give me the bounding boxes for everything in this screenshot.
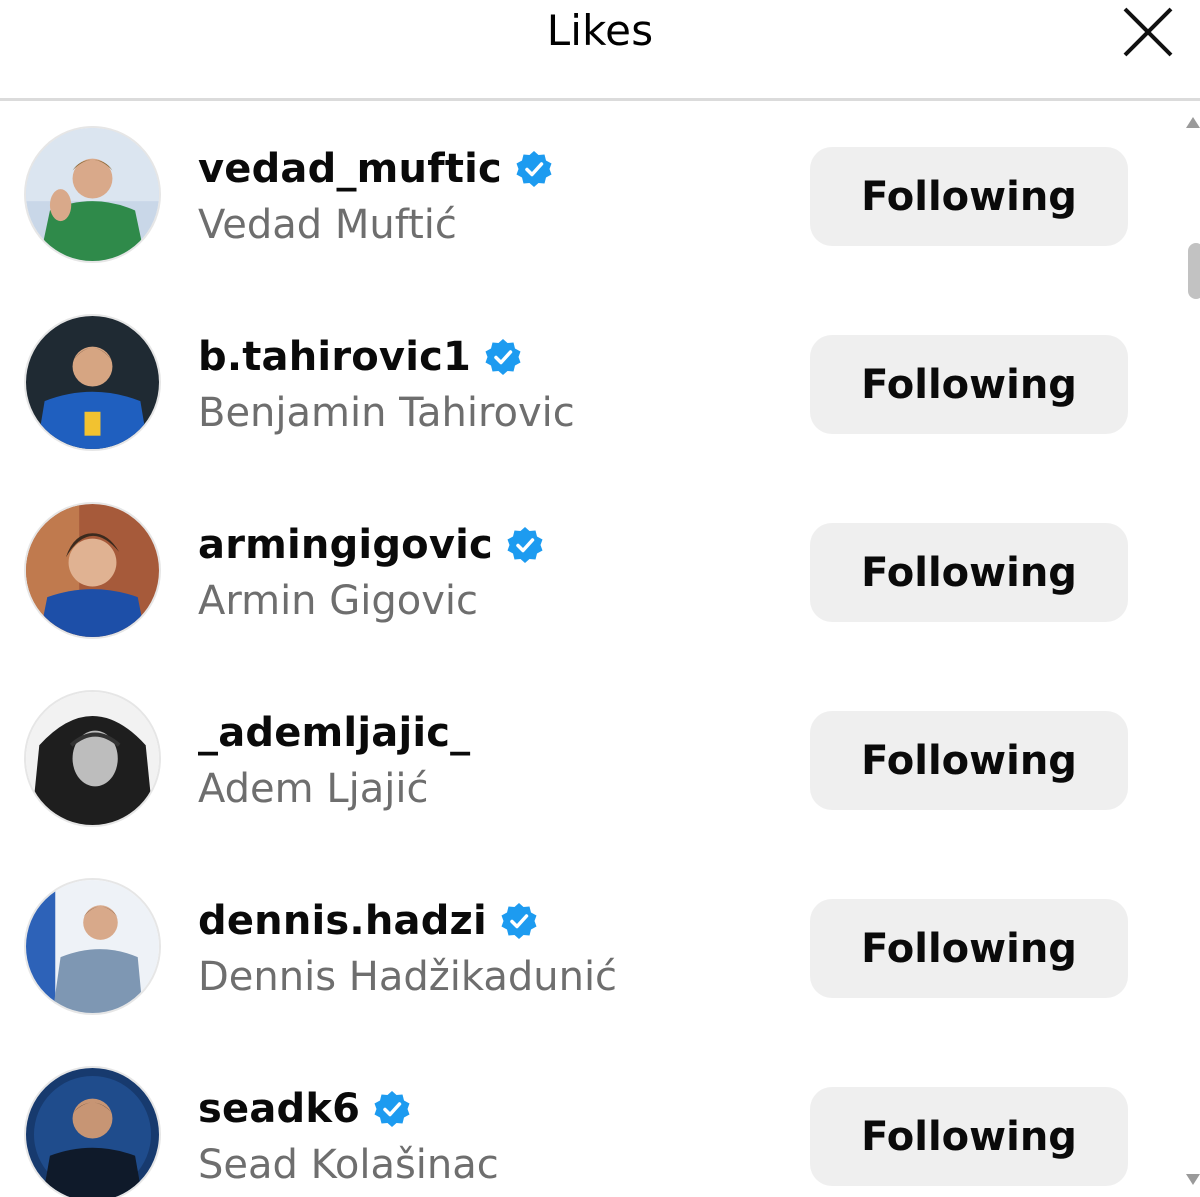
avatar[interactable] xyxy=(24,878,161,1015)
list-item: b.tahirovic1 Benjamin Tahirovic Followin… xyxy=(0,289,1176,477)
verified-badge-icon xyxy=(374,1091,410,1127)
following-button[interactable]: Following xyxy=(810,523,1128,622)
full-name: Benjamin Tahirovic xyxy=(198,390,575,436)
following-button[interactable]: Following xyxy=(810,147,1128,246)
full-name: Vedad Muftić xyxy=(198,202,457,248)
username[interactable]: _ademljajic_ xyxy=(198,710,470,756)
avatar[interactable] xyxy=(24,690,161,827)
avatar[interactable] xyxy=(24,1066,161,1197)
following-button[interactable]: Following xyxy=(810,1087,1128,1186)
scrollbar[interactable] xyxy=(1184,101,1200,1197)
verified-badge-icon xyxy=(485,339,521,375)
list-item: vedad_muftic Vedad Muftić Following xyxy=(0,101,1176,289)
full-name: Dennis Hadžikadunić xyxy=(198,954,618,1000)
list-item: _ademljajic_ Adem Ljajić Following xyxy=(0,665,1176,853)
scroll-down-arrow-icon[interactable] xyxy=(1186,1173,1200,1187)
following-button[interactable]: Following xyxy=(810,335,1128,434)
full-name: Adem Ljajić xyxy=(198,766,429,812)
verified-badge-icon xyxy=(516,151,552,187)
list-item: armingigovic Armin Gigovic Following xyxy=(0,477,1176,665)
verified-badge-icon xyxy=(501,903,537,939)
username[interactable]: b.tahirovic1 xyxy=(198,334,471,380)
avatar[interactable] xyxy=(24,314,161,451)
likes-list[interactable]: vedad_muftic Vedad Muftić Following b.ta… xyxy=(0,101,1176,1197)
avatar[interactable] xyxy=(24,502,161,639)
username[interactable]: vedad_muftic xyxy=(198,146,502,192)
list-item: dennis.hadzi Dennis Hadžikadunić Followi… xyxy=(0,853,1176,1041)
close-icon xyxy=(1123,7,1173,57)
username[interactable]: dennis.hadzi xyxy=(198,898,487,944)
list-item: seadk6 Sead Kolašinac Following xyxy=(0,1041,1176,1197)
full-name: Armin Gigovic xyxy=(198,578,478,624)
following-button[interactable]: Following xyxy=(810,711,1128,810)
full-name: Sead Kolašinac xyxy=(198,1142,499,1188)
username[interactable]: seadk6 xyxy=(198,1086,360,1132)
avatar[interactable] xyxy=(24,126,161,263)
scroll-thumb[interactable] xyxy=(1188,243,1200,299)
dialog-header: Likes xyxy=(0,0,1200,101)
close-button[interactable] xyxy=(1122,6,1174,58)
username[interactable]: armingigovic xyxy=(198,522,493,568)
scroll-up-arrow-icon[interactable] xyxy=(1186,115,1200,129)
dialog-title: Likes xyxy=(546,6,654,55)
following-button[interactable]: Following xyxy=(810,899,1128,998)
verified-badge-icon xyxy=(507,527,543,563)
